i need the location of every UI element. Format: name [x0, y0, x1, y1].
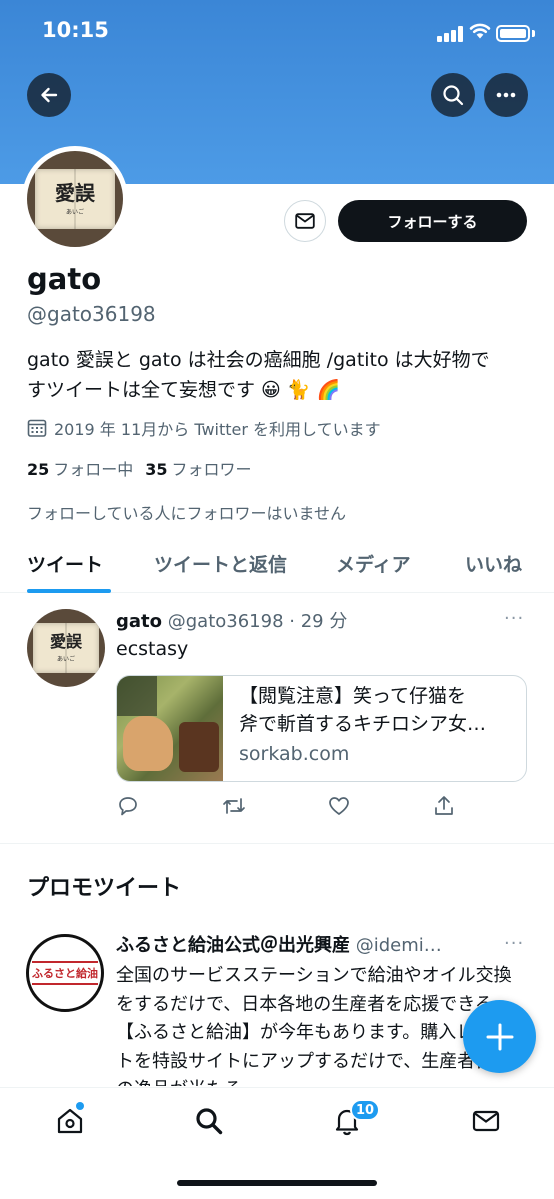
- promoted-avatar[interactable]: ふるさと給油: [26, 934, 104, 1012]
- search-icon: [443, 85, 464, 106]
- joined-date: 2019 年 11月から Twitter を利用しています: [27, 416, 381, 440]
- home-indicator: [177, 1180, 377, 1186]
- share-icon[interactable]: [432, 794, 456, 818]
- home-unread-dot: [76, 1102, 84, 1110]
- following-link[interactable]: 25 フォロー中: [27, 456, 133, 480]
- promoted-header: ふるさと給油公式＠出光興産 @idemi…: [116, 935, 442, 956]
- calendar-icon: [27, 419, 47, 437]
- promoted-section-title: プロモツイート: [27, 876, 182, 901]
- tab-tweets[interactable]: ツイート: [27, 550, 103, 577]
- more-horizontal-icon: [496, 92, 516, 98]
- book-image: 愛誤 あいご: [35, 169, 115, 229]
- profile-tabs: ツイート ツイートと返信 メディア いいね: [0, 536, 554, 593]
- profile-avatar[interactable]: 愛誤 あいご: [22, 146, 128, 252]
- tab-likes[interactable]: いいね: [465, 550, 522, 577]
- promoted-more-icon[interactable]: ···: [504, 933, 524, 954]
- active-tab-indicator: [27, 589, 111, 593]
- tab-media[interactable]: メディア: [336, 550, 411, 577]
- signal-icon: [437, 26, 463, 42]
- like-icon[interactable]: [327, 794, 351, 818]
- followers-link[interactable]: 35 フォロワー: [145, 456, 251, 480]
- profile-bio: gato 愛誤と gato は社会の癌細胞 /gatito は大好物で すツイー…: [27, 349, 490, 401]
- tweet[interactable]: 愛誤 あいご gato @gato36198 · 29 分 ··· ecstas…: [0, 594, 554, 844]
- follow-button[interactable]: フォローする: [338, 200, 527, 242]
- tweet-header: gato @gato36198 · 29 分: [116, 611, 348, 632]
- envelope-icon: [295, 213, 315, 229]
- search-icon[interactable]: [194, 1106, 224, 1136]
- messages-icon[interactable]: [471, 1106, 501, 1136]
- tweet-actions: [116, 794, 456, 820]
- link-title: 【閲覧注意】笑って仔猫を 斧で斬首するキチロシア女…: [239, 685, 487, 735]
- tweet-more-icon[interactable]: ···: [504, 608, 524, 629]
- search-button[interactable]: [431, 73, 475, 117]
- display-name: gato: [27, 262, 102, 296]
- back-button[interactable]: [27, 73, 71, 117]
- profile-handle: @gato36198: [27, 302, 156, 326]
- wifi-icon: [469, 23, 491, 39]
- link-thumbnail: [117, 676, 223, 781]
- battery-icon: [496, 25, 530, 42]
- more-button[interactable]: [484, 73, 528, 117]
- plus-icon: [486, 1023, 513, 1050]
- notification-badge: 10: [350, 1099, 380, 1121]
- home-icon[interactable]: [55, 1106, 85, 1136]
- status-time: 10:15: [42, 18, 109, 42]
- follow-stats: 25 フォロー中 35 フォロワー: [27, 456, 252, 480]
- message-button[interactable]: [284, 200, 326, 242]
- link-domain: sorkab.com: [239, 743, 350, 765]
- status-bar: 10:15: [0, 0, 554, 64]
- link-card[interactable]: 【閲覧注意】笑って仔猫を 斧で斬首するキチロシア女… sorkab.com: [116, 675, 527, 782]
- compose-tweet-button[interactable]: [463, 1000, 536, 1073]
- mutual-followers-note: フォローしている人にフォロワーはいません: [27, 504, 347, 523]
- tab-tweets-replies[interactable]: ツイートと返信: [154, 550, 287, 577]
- retweet-icon[interactable]: [221, 794, 247, 818]
- arrow-left-icon: [41, 87, 58, 103]
- promoted-logo: ふるさと給油: [32, 961, 98, 985]
- reply-icon[interactable]: [116, 794, 140, 818]
- tweet-text: ecstasy: [116, 638, 189, 660]
- tweet-avatar[interactable]: 愛誤 あいご: [27, 609, 105, 687]
